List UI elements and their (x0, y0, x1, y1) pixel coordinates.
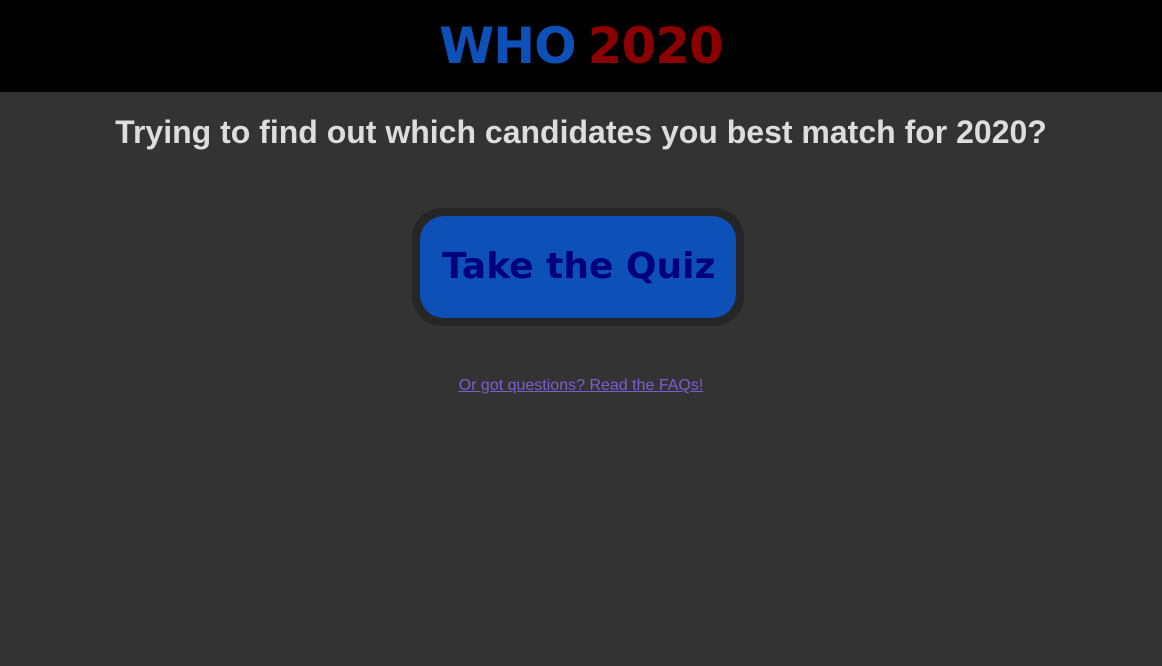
take-quiz-button[interactable]: Take the Quiz (420, 216, 736, 318)
logo-word: WHO (439, 17, 577, 75)
faq-link[interactable]: Or got questions? Read the FAQs! (459, 377, 704, 394)
page-tagline: Trying to find out which candidates you … (115, 114, 1047, 150)
logo-year: 2020 (587, 17, 724, 75)
site-header: WHO 2020 (0, 0, 1162, 92)
site-logo[interactable]: WHO 2020 (0, 0, 1162, 92)
faq-link-container: Or got questions? Read the FAQs! (0, 376, 1162, 396)
